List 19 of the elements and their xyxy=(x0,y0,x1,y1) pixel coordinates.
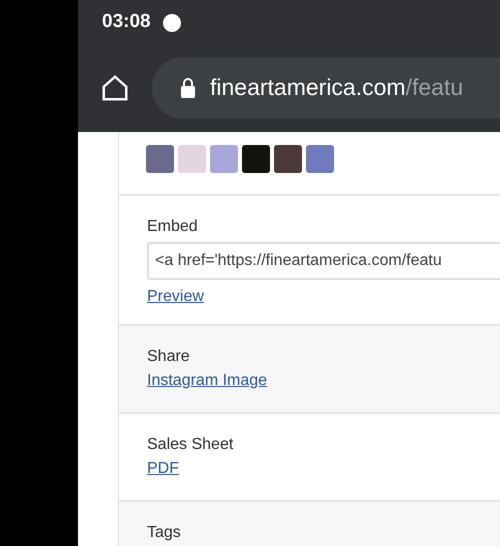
section-link[interactable]: Preview xyxy=(147,286,204,308)
section-link[interactable]: Instagram Image xyxy=(147,370,268,392)
url-text: fineartamerica.com/featu xyxy=(210,73,464,102)
section-link[interactable]: PDF xyxy=(147,458,179,480)
color-swatch[interactable] xyxy=(274,145,302,173)
color-swatch[interactable] xyxy=(178,145,206,173)
color-swatch[interactable] xyxy=(306,145,334,173)
color-swatch[interactable] xyxy=(242,145,270,173)
section-title: Sales Sheet xyxy=(147,435,234,455)
embed-code-field[interactable]: <a href='https://fineartamerica.com/featu xyxy=(147,242,500,280)
color-swatch[interactable] xyxy=(210,145,238,173)
section-title: Embed xyxy=(147,217,199,237)
color-swatch[interactable] xyxy=(146,145,174,173)
address-bar[interactable]: fineartamerica.com/featu xyxy=(152,56,500,118)
section-title: Tags xyxy=(147,523,182,543)
section-title: Share xyxy=(147,347,191,367)
lock-icon xyxy=(180,76,196,98)
home-icon[interactable] xyxy=(100,72,130,102)
status-time: 03:08 xyxy=(102,10,151,34)
